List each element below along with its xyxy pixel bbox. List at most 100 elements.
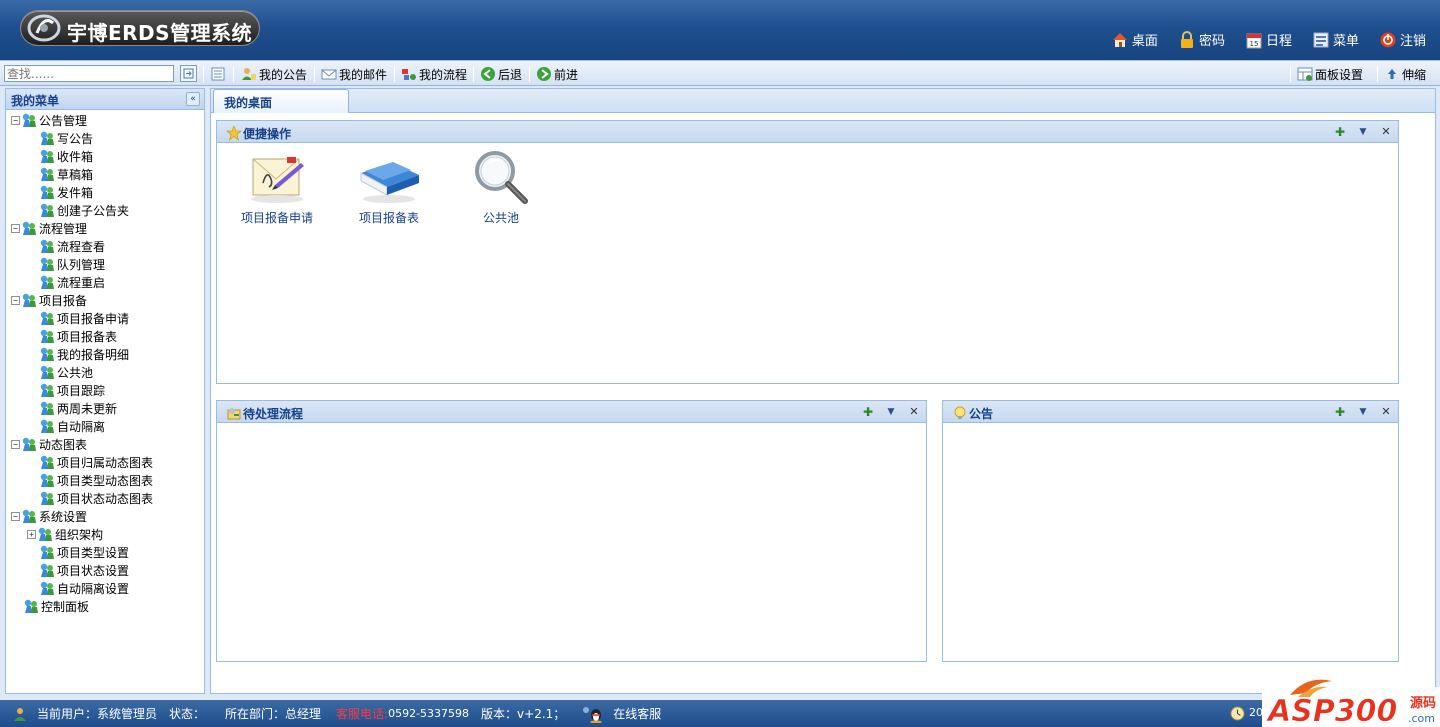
version: 版本：v+2.1；: [481, 707, 566, 721]
tree-node-icon: [40, 329, 54, 343]
tree-node-icon: [40, 545, 54, 559]
add-icon[interactable]: ✚: [1334, 126, 1346, 138]
tree-item[interactable]: 自动隔离设置: [6, 579, 204, 597]
sidebar-title: 我的菜单: [11, 94, 60, 108]
tree-item[interactable]: 项目跟踪: [6, 381, 204, 399]
user-status: 状态：: [169, 707, 206, 721]
app-title: 宇博ERDS管理系统: [67, 21, 253, 45]
tree-item[interactable]: 写公告: [6, 129, 204, 147]
search-input[interactable]: [4, 65, 174, 82]
tree-item[interactable]: 创建子公告夹: [6, 201, 204, 219]
tree-item[interactable]: 发件箱: [6, 183, 204, 201]
brand-text: ASP300: [1266, 694, 1397, 727]
back-button[interactable]: 后退: [480, 65, 522, 83]
tree-group[interactable]: − 项目报备: [6, 291, 204, 309]
tree-item-label: 流程查看: [57, 239, 106, 254]
notice-panel: 公告 ✚ ▼ ✕: [942, 400, 1399, 662]
tree-item-label: 草稿箱: [57, 167, 94, 182]
close-icon[interactable]: ✕: [908, 406, 920, 418]
chevron-down-icon[interactable]: ▼: [885, 406, 897, 418]
app-header: 宇博ERDS管理系统 桌面 密码 15 日程 菜单 注销: [0, 0, 1440, 60]
add-icon[interactable]: ✚: [1334, 406, 1346, 418]
close-icon[interactable]: ✕: [1380, 126, 1392, 138]
tree-item[interactable]: 项目归属动态图表: [6, 453, 204, 471]
status-bar: 当前用户：系统管理员 状态： 所在部门：总经理 客服电话: 0592-53375…: [0, 700, 1440, 727]
nav-logout[interactable]: 注销: [1379, 30, 1426, 49]
tab-my-desktop[interactable]: 我的桌面: [213, 89, 349, 113]
tree-group[interactable]: − 动态图表: [6, 435, 204, 453]
tree-item[interactable]: 两周未更新: [6, 399, 204, 417]
stretch-button[interactable]: 伸缩: [1384, 65, 1426, 83]
collapse-sidebar-button[interactable]: «: [186, 92, 200, 106]
tree-group[interactable]: − 公告管理: [6, 111, 204, 129]
collapse-toggle-icon[interactable]: −: [11, 115, 20, 125]
tree-item-label: 我的报备明细: [57, 347, 130, 362]
tree-node-icon: [40, 131, 54, 145]
nav-password[interactable]: 密码: [1178, 30, 1225, 49]
tree-group[interactable]: 控制面板: [6, 597, 204, 615]
nav-menu[interactable]: 菜单: [1312, 30, 1359, 49]
tree-item-label: 项目类型动态图表: [57, 473, 154, 488]
blue-book-icon: [360, 162, 419, 203]
toolbar-separator: [314, 66, 315, 82]
tree-item[interactable]: 队列管理: [6, 255, 204, 273]
collapse-toggle-icon[interactable]: −: [11, 223, 20, 233]
shortcut-project-table[interactable]: 项目报备表: [339, 149, 439, 226]
search-button[interactable]: [180, 65, 197, 82]
tree-node-icon: [40, 401, 54, 415]
panel-settings-button[interactable]: 面板设置: [1297, 65, 1363, 83]
logo-swirl-icon: [27, 14, 61, 42]
tree-group-label: 公告管理: [39, 113, 88, 128]
my-notice-button[interactable]: 我的公告: [241, 65, 307, 83]
home-icon: [1112, 32, 1127, 47]
tree-item[interactable]: 项目类型设置: [6, 543, 204, 561]
user-notice-icon: [242, 68, 256, 80]
tree-group-label: 系统设置: [39, 509, 88, 524]
panel-tools: ✚ ▼ ✕: [1334, 126, 1392, 139]
my-flow-button[interactable]: 我的流程: [401, 65, 467, 83]
tree-item[interactable]: 自动隔离: [6, 417, 204, 435]
forward-button[interactable]: 前进: [536, 65, 578, 83]
tree-item[interactable]: 草稿箱: [6, 165, 204, 183]
collapse-toggle-icon[interactable]: −: [11, 439, 20, 449]
shortcut-public-pool[interactable]: 公共池: [451, 149, 551, 226]
tree-group[interactable]: − 流程管理: [6, 219, 204, 237]
panel-header: 公告 ✚ ▼ ✕: [943, 401, 1398, 423]
hotline-number: 0592-5337598: [388, 707, 470, 720]
add-icon[interactable]: ✚: [862, 406, 874, 418]
tree-item-label: 公共池: [57, 365, 94, 380]
collapse-toggle-icon[interactable]: −: [11, 295, 20, 305]
tree-item[interactable]: 项目报备表: [6, 327, 204, 345]
chevron-down-icon[interactable]: ▼: [1357, 126, 1369, 138]
current-user: 当前用户：系统管理员: [37, 707, 158, 721]
tree-item[interactable]: 项目报备申请: [6, 309, 204, 327]
tree-item-label: 项目类型设置: [57, 545, 130, 560]
tree-node-icon: [22, 113, 36, 127]
online-service-link[interactable]: 在线客服: [613, 705, 661, 722]
close-icon[interactable]: ✕: [1380, 406, 1392, 418]
tree-item[interactable]: 项目状态动态图表: [6, 489, 204, 507]
tree-item[interactable]: 公共池: [6, 363, 204, 381]
collapse-toggle-icon[interactable]: −: [11, 511, 20, 521]
list-view-button[interactable]: [210, 65, 228, 83]
nav-schedule[interactable]: 15 日程: [1245, 30, 1292, 49]
tree-group-label: 项目报备: [39, 293, 88, 308]
tree-item[interactable]: 流程查看: [6, 237, 204, 255]
my-mail-button[interactable]: 我的邮件: [321, 65, 387, 83]
nav-desktop[interactable]: 桌面: [1111, 30, 1158, 49]
tree-item[interactable]: 我的报备明细: [6, 345, 204, 363]
tree-group[interactable]: − 系统设置: [6, 507, 204, 525]
tree-item[interactable]: 项目状态设置: [6, 561, 204, 579]
tree-node-icon: [24, 599, 38, 613]
shortcut-project-apply[interactable]: 项目报备申请: [227, 149, 327, 226]
tree-item[interactable]: 收件箱: [6, 147, 204, 165]
tree-item[interactable]: + 组织架构: [6, 525, 204, 543]
panel-settings-icon: [1297, 67, 1313, 81]
toolbar-separator: [203, 66, 204, 82]
tree-item[interactable]: 项目类型动态图表: [6, 471, 204, 489]
tree-node-icon: [22, 509, 36, 523]
chevron-down-icon[interactable]: ▼: [1357, 406, 1369, 418]
expand-toggle-icon[interactable]: +: [27, 529, 36, 539]
tree-item[interactable]: 流程重启: [6, 273, 204, 291]
tree-item-label: 队列管理: [57, 257, 106, 272]
